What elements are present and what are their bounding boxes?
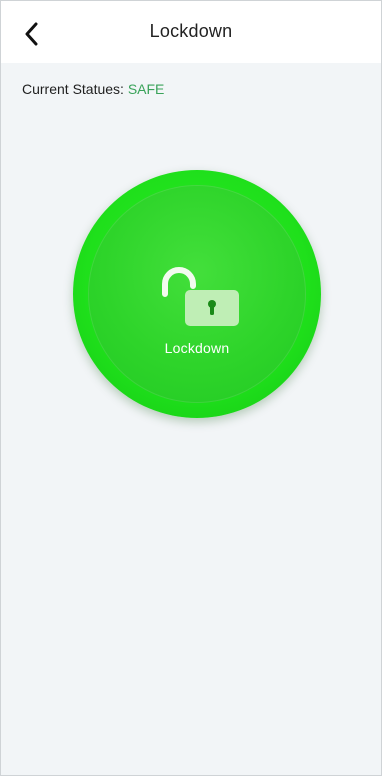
current-status: Current Statues: SAFE: [22, 81, 164, 97]
status-value: SAFE: [127, 81, 165, 97]
lockdown-button[interactable]: Lockdown: [73, 170, 321, 418]
lockdown-button-inner: Lockdown: [88, 185, 306, 403]
unlocked-padlock-icon: [162, 267, 239, 326]
page-title: Lockdown: [149, 21, 233, 41]
app-header: Lockdown: [1, 1, 381, 63]
lockdown-button-label: Lockdown: [164, 340, 230, 356]
lockdown-screen: Lockdown Current Statues: SAFE Lockdown: [0, 0, 382, 776]
status-label: Current Statues:: [22, 81, 128, 97]
